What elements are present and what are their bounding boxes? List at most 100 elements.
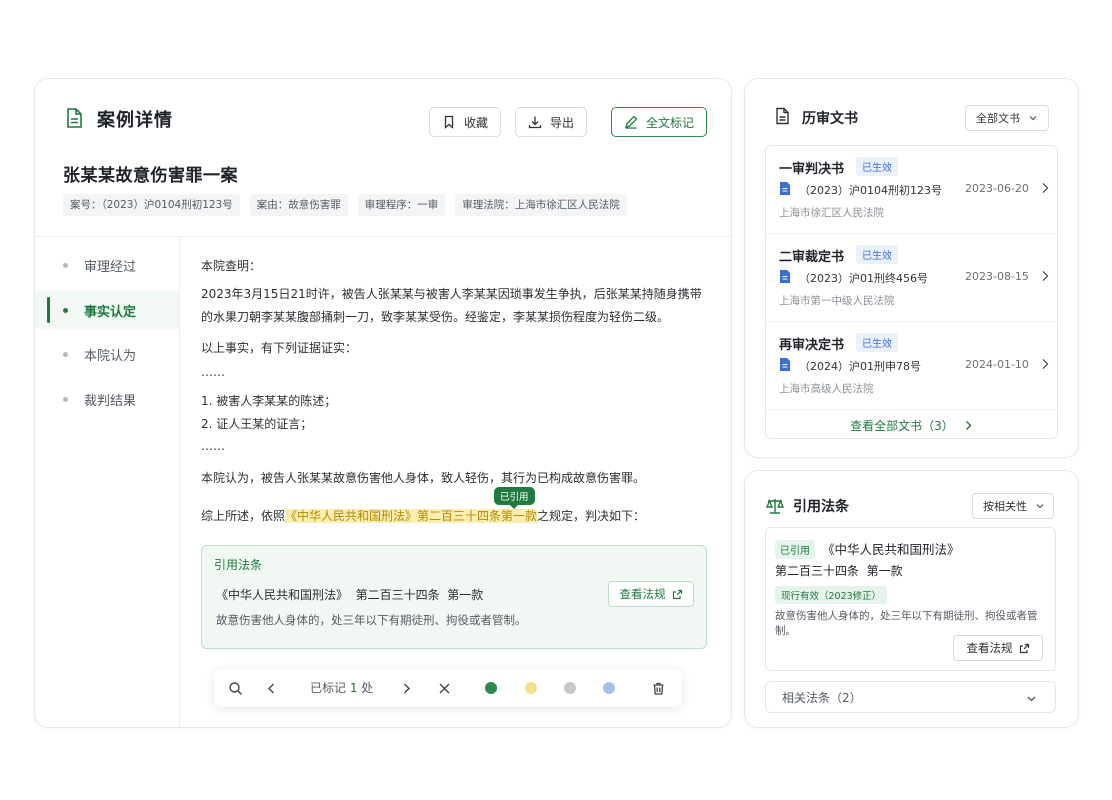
document-list: 一审判决书 已生效 （2023）沪0104刑初123号 2023-06-20 上… [765,145,1058,439]
history-title: 历审文书 [802,111,858,127]
close-button[interactable] [435,679,453,697]
text-line: 1. 被害人李某某的陈述； [201,394,337,408]
delete-mark-button[interactable] [649,679,667,697]
document-icon [67,108,82,128]
cited-law-description: 故意伤害他人身体的，处三年以下有期徒刑、拘役或者管制。 [216,613,527,627]
close-icon [439,683,449,693]
laws-sort-value: 按相关性 [983,500,1027,513]
export-label: 导出 [549,115,574,130]
nav-item-label: 审理经过 [84,259,137,275]
related-laws-expander[interactable]: 相关法条（2） [765,681,1056,713]
final-text-line: 综上所述，依照《中华人民共和国刑法》第二百三十四条第一款之规定，判决如下： [201,507,645,524]
laws-sort-dropdown[interactable]: 按相关性 [972,493,1054,519]
chevron-down-icon [1027,696,1036,702]
trash-icon [653,682,663,695]
text-line: 的水果刀朝李某某腹部捅刺一刀，致李某某受伤。经鉴定，李某某损伤程度为轻伤二级。 [201,310,670,324]
nav-item-trial-process[interactable]: 审理经过 [35,246,179,284]
search-button[interactable] [226,679,244,697]
related-laws-label: 相关法条（2） [782,690,862,705]
file-icon [780,182,790,195]
document-number: （2024）沪01刑申78号 [799,360,921,373]
external-link-icon [672,589,682,599]
mark-count-text: 已标记 1 处 [310,679,373,696]
text-line: 以上事实，有下列证据证实： [201,341,358,355]
color-swatch-green[interactable] [485,682,497,694]
document-icon [776,107,789,125]
bullet-icon [63,307,68,313]
document-filter-value: 全部文书 [976,112,1020,125]
highlighted-citation[interactable]: 《中华人民共和国刑法》第二百三十四条第一款 [285,509,538,523]
view-all-documents-link[interactable]: 查看全部文书（3） [766,410,1057,438]
cited-laws-panel: 引用法条 按相关性 已引用 《中华人民共和国刑法》 第二百三十四条 第一款 现行… [744,470,1079,728]
law-card: 已引用 《中华人民共和国刑法》 第二百三十四条 第一款 现行有效（2023修正）… [765,527,1056,671]
bullet-icon [63,351,68,357]
document-court: 上海市高级人民法院 [779,383,874,395]
case-title: 张某某故意伤害罪一案 [63,166,238,186]
pen-icon [625,115,638,129]
chevron-right-icon [1042,359,1049,369]
color-swatch-gray[interactable] [564,682,576,694]
view-law-button[interactable]: 查看法规 [608,581,694,607]
law-name: 《中华人民共和国刑法》 [822,542,960,557]
document-filter-dropdown[interactable]: 全部文书 [965,105,1049,131]
text-line: …… [201,365,225,379]
nav-item-facts[interactable]: 事实认定 [35,291,179,329]
text-line: 本院认为，被告人张某某故意伤害他人身体，致人轻伤，其行为已构成故意伤害罪。 [201,471,646,485]
status-badge: 已生效 [856,157,898,176]
document-item[interactable]: 再审决定书 已生效 （2024）沪01刑申78号 2024-01-10 上海市高… [766,322,1057,410]
mark-label: 全文标记 [645,115,694,130]
full-text-mark-button[interactable]: 全文标记 [611,107,707,137]
nav-item-label: 本院认为 [84,348,137,364]
chevron-right-icon [965,420,972,430]
document-item[interactable]: 一审判决书 已生效 （2023）沪0104刑初123号 2023-06-20 上… [766,146,1057,234]
cited-law-title: 《中华人民共和国刑法》 第二百三十四条 第一款 [216,588,484,602]
color-swatch-yellow[interactable] [525,682,537,694]
cited-badge: 已引用 [775,540,815,559]
document-number: （2023）沪0104刑初123号 [799,184,942,197]
file-icon [780,270,790,283]
chevron-down-icon [1036,504,1044,509]
view-law-button[interactable]: 查看法规 [953,635,1043,661]
nav-item-court-opinion[interactable]: 本院认为 [35,335,179,373]
document-court: 上海市徐汇区人民法院 [779,207,884,219]
text-line: 2. 证人王某的证言； [201,417,313,431]
status-badge: 已生效 [856,245,898,264]
next-mark-button[interactable] [397,679,415,697]
case-header: 案例详情 收藏 导出 全文标记 张某某故意伤害罪一案 案号：（2023）沪010… [35,79,731,237]
text-line: 本院查明： [201,259,262,273]
chevron-right-icon [1042,271,1049,281]
cited-law-box: 引用法条 《中华人民共和国刑法》 第二百三十四条 第一款 故意伤害他人身体的，处… [201,545,707,649]
search-icon [228,681,242,695]
procedure-tag: 审理程序：一审 [357,194,446,216]
section-nav: 审理经过 事实认定 本院认为 裁判结果 [35,237,180,727]
case-cause-tag: 案由：故意伤害罪 [249,194,348,216]
bullet-icon [63,396,68,402]
favorite-label: 收藏 [463,115,488,130]
view-law-label: 查看法规 [966,641,1013,655]
chevron-left-icon [267,683,274,693]
law-article: 第二百三十四条 第一款 [775,564,903,578]
export-button[interactable]: 导出 [515,107,587,137]
chevron-right-icon [403,683,410,693]
laws-title: 引用法条 [793,499,849,515]
final-suffix: 之规定，判决如下： [537,509,646,523]
external-link-icon [1019,643,1029,653]
case-detail-panel: 案例详情 收藏 导出 全文标记 张某某故意伤害罪一案 案号：（2023）沪010… [34,78,732,728]
cited-law-label: 引用法条 [214,558,263,572]
document-number: （2023）沪01刑终456号 [799,272,928,285]
nav-item-judgment[interactable]: 裁判结果 [35,380,179,418]
favorite-button[interactable]: 收藏 [429,107,501,137]
scales-icon [765,499,785,514]
cited-tooltip: 已引用 [494,487,535,509]
mark-toolbar: 已标记 1 处 [214,669,682,707]
mark-count-prefix: 已标记 [310,681,350,695]
previous-mark-button[interactable] [262,679,280,697]
trial-documents-panel: 历审文书 全部文书 一审判决书 已生效 （2023）沪0104刑初123号 20… [744,78,1079,458]
document-date: 2024-01-10 [965,358,1029,371]
text-line: 2023年3月15日21时许，被告人张某某与被害人李某某因琐事发生争执，后张某某… [201,287,702,301]
law-description: 故意伤害他人身体的，处三年以下有期徒刑、拘役或者管制。 [775,610,1038,637]
document-item[interactable]: 二审裁定书 已生效 （2023）沪01刑终456号 2023-08-15 上海市… [766,234,1057,322]
document-court: 上海市第一中级人民法院 [779,295,895,307]
color-swatch-blue[interactable] [603,682,615,694]
case-number-tag: 案号：（2023）沪0104刑初123号 [63,194,240,216]
